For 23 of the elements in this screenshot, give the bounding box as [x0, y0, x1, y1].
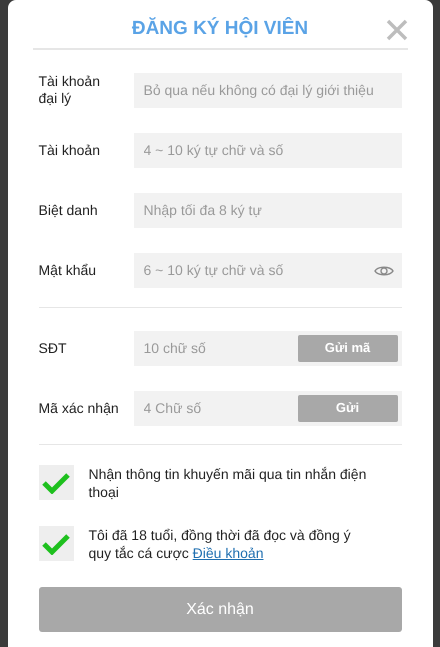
input-field[interactable]: Nhập tối đa 8 ký tự	[134, 192, 402, 228]
confirm-button[interactable]: Xác nhận	[38, 587, 402, 632]
field-label: Biệt danh	[38, 202, 99, 218]
field-label: Mã xác nhận	[38, 400, 120, 416]
field-label: Mật khẩu	[38, 262, 98, 278]
checkmark-icon	[42, 472, 70, 494]
input-field[interactable]: 4 ~ 10 ký tự chữ và số	[134, 132, 402, 168]
eye-icon[interactable]	[374, 264, 394, 278]
password-field[interactable]: 6 ~ 10 ký tự chữ và số	[134, 252, 402, 288]
send-code-button[interactable]: Gửi mã	[298, 334, 398, 362]
checkmark-icon	[42, 532, 70, 554]
input-field[interactable]: Bỏ qua nếu không có đại lý giới thiệu	[134, 72, 402, 108]
field-label: Tài khoản đại lý	[38, 73, 101, 107]
field-label: SĐT	[38, 340, 68, 356]
agreement-text: Tôi đã 18 tuổi, đồng thời đã đọc và đồng ý quy tắc cá cược Điều khoản	[88, 526, 352, 562]
field-label: Tài khoản	[38, 142, 101, 158]
checkbox[interactable]	[38, 465, 74, 500]
agreement-text: Nhận thông tin khuyến mãi qua tin nhắn điện thoại	[88, 465, 368, 501]
close-icon[interactable]	[386, 19, 408, 41]
dialog-title: ĐĂNG KÝ HỘI VIÊN	[132, 16, 308, 41]
send-code-button[interactable]: Gửi	[298, 394, 398, 422]
terms-link[interactable]: Điều khoản	[192, 545, 264, 561]
checkbox[interactable]	[38, 526, 74, 561]
